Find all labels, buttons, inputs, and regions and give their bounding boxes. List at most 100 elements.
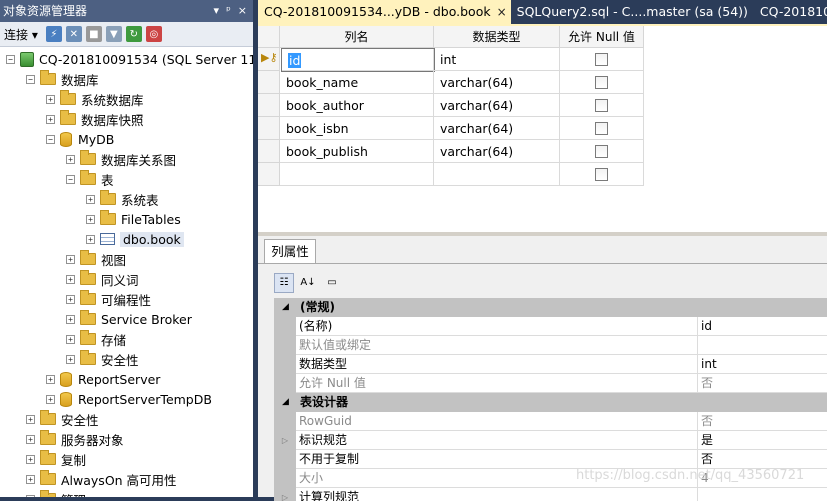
data-type-cell[interactable]: varchar(64): [434, 71, 560, 94]
property-row[interactable]: 默认值或绑定: [274, 336, 827, 355]
tree-node-management[interactable]: + 管理: [26, 489, 86, 497]
property-row[interactable]: 允许 Null 值 否: [274, 374, 827, 393]
property-value[interactable]: id: [698, 317, 827, 336]
expand-icon[interactable]: +: [26, 474, 35, 484]
row-header[interactable]: [258, 117, 280, 140]
property-value[interactable]: 否: [698, 450, 827, 469]
allow-null-checkbox[interactable]: [595, 145, 608, 158]
refresh-icon[interactable]: ↻: [125, 26, 142, 42]
allow-null-checkbox[interactable]: [595, 122, 608, 135]
allow-null-checkbox[interactable]: [595, 168, 608, 181]
connect-engine-icon[interactable]: ⚡: [45, 26, 62, 42]
tree-node-database-snapshots[interactable]: + 数据库快照: [46, 109, 144, 129]
tree-node-dbo-book[interactable]: + dbo.book: [86, 229, 184, 249]
property-value[interactable]: 是: [698, 431, 827, 450]
tree-node-system-databases[interactable]: + 系统数据库: [46, 89, 144, 109]
tree-node-db-diagrams[interactable]: + 数据库关系图: [66, 149, 176, 169]
collapse-icon[interactable]: −: [6, 54, 15, 64]
tree-node-views[interactable]: + 视图: [66, 249, 126, 269]
allow-null-cell-new[interactable]: [560, 163, 644, 186]
allow-null-cell[interactable]: [560, 140, 644, 163]
allow-null-cell[interactable]: [560, 117, 644, 140]
expand-icon[interactable]: +: [46, 94, 55, 104]
row-header[interactable]: [258, 94, 280, 117]
disconnect-icon[interactable]: ✕: [65, 26, 82, 42]
expand-icon[interactable]: +: [66, 334, 75, 344]
tree-node-server-objects[interactable]: + 服务器对象: [26, 429, 124, 449]
column-name-cell[interactable]: book_author: [280, 94, 434, 117]
categorized-icon[interactable]: ☷: [274, 273, 294, 293]
expand-icon[interactable]: +: [26, 454, 35, 464]
connect-button[interactable]: 连接 ▾: [4, 26, 38, 43]
expand-icon[interactable]: +: [46, 114, 55, 124]
property-row[interactable]: (名称) id: [274, 317, 827, 336]
expand-icon[interactable]: +: [66, 294, 75, 304]
filter-icon[interactable]: ▼: [105, 26, 122, 42]
expand-icon[interactable]: +: [66, 154, 75, 164]
data-type-cell[interactable]: int: [434, 48, 560, 71]
expand-icon[interactable]: +: [86, 234, 95, 244]
column-name-cell[interactable]: book_publish: [280, 140, 434, 163]
tree-node-replication[interactable]: + 复制: [26, 449, 86, 469]
tree-node-service-broker[interactable]: + Service Broker: [66, 309, 192, 329]
column-name-cell[interactable]: id: [281, 48, 435, 72]
activity-monitor-icon[interactable]: ◎: [145, 26, 162, 42]
collapse-triangle-icon[interactable]: ◢: [282, 298, 289, 317]
allow-null-cell[interactable]: [560, 48, 644, 71]
data-type-cell[interactable]: varchar(64): [434, 140, 560, 163]
stop-icon[interactable]: ■: [85, 26, 102, 42]
expand-icon[interactable]: +: [46, 394, 55, 404]
tree-node-db-security[interactable]: + 安全性: [66, 349, 139, 369]
tab-column-properties[interactable]: 列属性: [264, 239, 316, 264]
expand-triangle-icon[interactable]: ▷: [274, 488, 296, 501]
tree-node-storage[interactable]: + 存储: [66, 329, 126, 349]
row-header-current[interactable]: ▶⚷: [258, 48, 280, 71]
collapse-icon[interactable]: −: [66, 174, 75, 184]
tab-sqlquery2[interactable]: SQLQuery2.sql - C....master (sa (54)): [511, 0, 754, 24]
property-row[interactable]: 不用于复制 否: [274, 450, 827, 469]
collapse-triangle-icon[interactable]: ◢: [282, 393, 289, 412]
pin-icon[interactable]: ᵖ: [226, 0, 231, 22]
data-type-cell[interactable]: varchar(64): [434, 94, 560, 117]
column-name-cell-new[interactable]: [280, 163, 434, 186]
expand-triangle-icon[interactable]: ▷: [274, 431, 296, 450]
collapse-icon[interactable]: −: [46, 134, 55, 144]
property-value[interactable]: 否: [698, 412, 827, 431]
allow-null-cell[interactable]: [560, 94, 644, 117]
row-header[interactable]: [258, 71, 280, 94]
allow-null-checkbox[interactable]: [595, 99, 608, 112]
close-icon[interactable]: ×: [238, 0, 247, 22]
expand-icon[interactable]: +: [26, 414, 35, 424]
property-value[interactable]: [698, 336, 827, 355]
tree-node-tables[interactable]: − 表: [66, 169, 114, 189]
column-name-cell[interactable]: book_name: [280, 71, 434, 94]
expand-icon[interactable]: +: [46, 374, 55, 384]
data-type-cell[interactable]: varchar(64): [434, 117, 560, 140]
tree-node-reportserver-temp[interactable]: + ReportServerTempDB: [46, 389, 212, 409]
expand-icon[interactable]: +: [86, 214, 95, 224]
property-value[interactable]: [698, 488, 827, 501]
dropdown-icon[interactable]: ▾: [214, 0, 220, 22]
tab-cq-server[interactable]: CQ-201810091: [754, 0, 827, 24]
property-row[interactable]: ▷ 标识规范 是: [274, 431, 827, 450]
tree-node-alwayson[interactable]: + AlwaysOn 高可用性: [26, 469, 177, 489]
tree-node-server[interactable]: − CQ-201810091534 (SQL Server 11.0: [6, 49, 253, 69]
property-row[interactable]: 数据类型 int: [274, 355, 827, 374]
close-tab-icon[interactable]: ×: [497, 5, 507, 19]
tree-node-system-tables[interactable]: + 系统表: [86, 189, 159, 209]
tree-node-filetables[interactable]: + FileTables: [86, 209, 181, 229]
data-type-cell-new[interactable]: [434, 163, 560, 186]
expand-icon[interactable]: +: [66, 254, 75, 264]
tree-node-security[interactable]: + 安全性: [26, 409, 99, 429]
tab-table-design[interactable]: CQ-201810091534...yDB - dbo.book ×: [258, 0, 511, 24]
expand-icon[interactable]: +: [66, 354, 75, 364]
column-name-cell[interactable]: book_isbn: [280, 117, 434, 140]
collapse-icon[interactable]: −: [26, 74, 35, 84]
allow-null-cell[interactable]: [560, 71, 644, 94]
property-value[interactable]: int: [698, 355, 827, 374]
row-header-new[interactable]: [258, 163, 280, 186]
property-value[interactable]: 否: [698, 374, 827, 393]
expand-icon[interactable]: +: [26, 434, 35, 444]
property-row[interactable]: ▷ 计算列规范: [274, 488, 827, 501]
tree-node-databases[interactable]: − 数据库: [26, 69, 99, 89]
